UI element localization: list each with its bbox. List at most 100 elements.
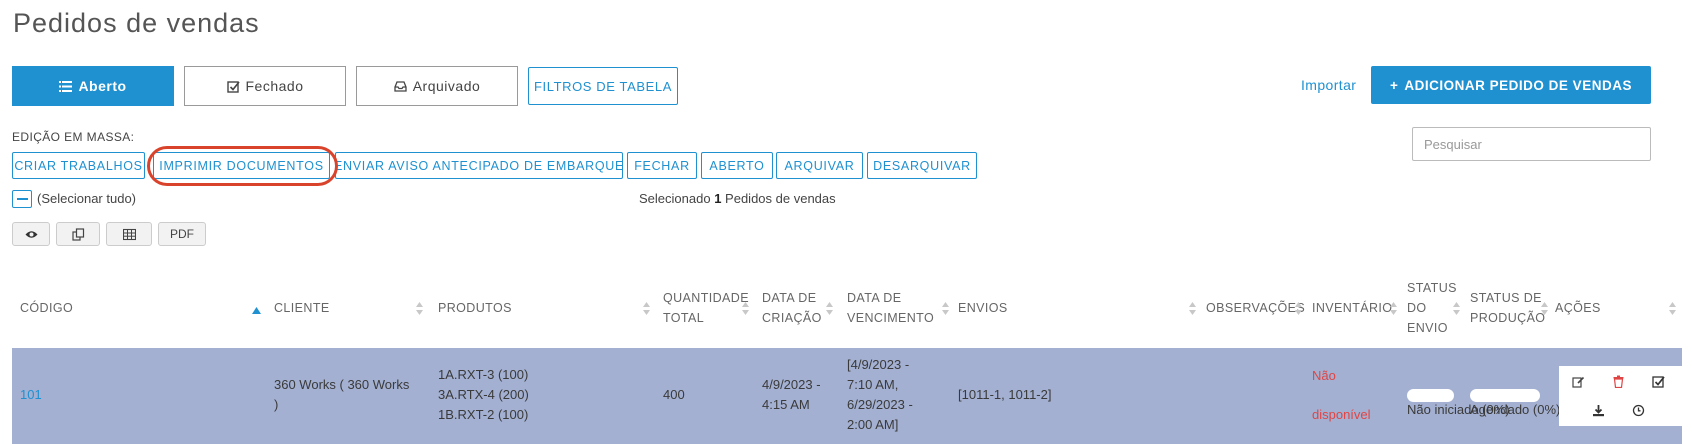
cell-line: ) bbox=[274, 397, 279, 412]
search-placeholder: Pesquisar bbox=[1424, 136, 1482, 152]
column-header-status-producao[interactable]: STATUS DE PRODUÇÃO bbox=[1470, 288, 1545, 328]
check-square-icon bbox=[226, 80, 240, 93]
header-line: STATUS bbox=[1407, 281, 1457, 295]
open-button[interactable]: ABERTO bbox=[701, 152, 773, 179]
pdf-button[interactable]: PDF bbox=[158, 222, 206, 246]
sort-icon[interactable] bbox=[826, 302, 833, 315]
history-button[interactable] bbox=[1629, 401, 1647, 419]
column-header-status-envio[interactable]: STATUS DO ENVIO bbox=[1407, 278, 1457, 338]
column-header-quantidade[interactable]: QUANTIDADE TOTAL bbox=[663, 288, 749, 328]
sort-icon[interactable] bbox=[1541, 302, 1548, 315]
selected-suffix: Pedidos de vendas bbox=[725, 191, 836, 206]
cell-line: 2:00 AM] bbox=[847, 417, 899, 432]
column-header-codigo[interactable]: CÓDIGO bbox=[20, 298, 73, 318]
selected-count-text: Selecionado 1 Pedidos de vendas bbox=[639, 191, 836, 206]
product-line: 1B.RXT-2 (100) bbox=[438, 407, 529, 422]
column-header-data-criacao[interactable]: DATA DE CRIAÇÃO bbox=[762, 288, 822, 328]
header-line: STATUS DE bbox=[1470, 291, 1542, 305]
edit-icon bbox=[1571, 376, 1584, 388]
bulk-edit-label: EDIÇÃO EM MASSA: bbox=[12, 130, 135, 144]
tab-label: Arquivado bbox=[412, 78, 481, 94]
delete-button[interactable] bbox=[1609, 372, 1627, 390]
trash-icon bbox=[1613, 375, 1623, 388]
check-square-icon bbox=[1651, 375, 1665, 388]
column-header-produtos[interactable]: PRODUTOS bbox=[438, 298, 512, 318]
tab-arquivado[interactable]: Arquivado bbox=[356, 66, 518, 106]
close-order-button[interactable] bbox=[1649, 372, 1667, 390]
header-line: PRODUÇÃO bbox=[1470, 311, 1546, 325]
header-line: ENVIO bbox=[1407, 321, 1448, 335]
product-line: 1A.RXT-3 (100) bbox=[438, 367, 529, 382]
inbox-icon bbox=[394, 80, 407, 92]
sort-icon[interactable] bbox=[643, 302, 650, 315]
view-button[interactable] bbox=[12, 222, 50, 246]
column-header-acoes[interactable]: AÇÕES bbox=[1555, 298, 1601, 318]
create-jobs-button[interactable]: CRIAR TRABALHOS bbox=[12, 152, 145, 179]
add-sales-order-label: ADICIONAR PEDIDO DE VENDAS bbox=[1404, 77, 1632, 93]
unarchive-button[interactable]: DESARQUIVAR bbox=[867, 152, 977, 179]
import-link[interactable]: Importar bbox=[1301, 77, 1356, 93]
sort-icon[interactable] bbox=[1453, 302, 1460, 315]
send-advance-shipping-notice-button[interactable]: ENVIAR AVISO ANTECIPADO DE EMBARQUE bbox=[334, 152, 623, 179]
sort-ascending-icon[interactable] bbox=[252, 301, 261, 319]
select-all-checkbox[interactable] bbox=[12, 190, 32, 208]
header-line: TOTAL bbox=[663, 311, 705, 325]
cell-line: [4/9/2023 - bbox=[847, 357, 910, 372]
cell-data-criacao: 4/9/2023 - 4:15 AM bbox=[762, 375, 821, 415]
production-status-text: Agendado (0%) bbox=[1470, 402, 1561, 417]
selected-count: 1 bbox=[714, 191, 722, 206]
column-header-cliente[interactable]: CLIENTE bbox=[274, 298, 330, 318]
product-line: 3A.RTX-4 (200) bbox=[438, 387, 529, 402]
sort-icon[interactable] bbox=[942, 302, 949, 315]
search-input[interactable]: Pesquisar bbox=[1412, 127, 1651, 161]
tab-label: Aberto bbox=[78, 78, 127, 94]
select-all-label[interactable]: (Selecionar tudo) bbox=[37, 191, 136, 206]
cell-line: 7:10 AM, bbox=[847, 377, 899, 392]
column-header-data-vencimento[interactable]: DATA DE VENCIMENTO bbox=[847, 288, 934, 328]
sort-icon[interactable] bbox=[1189, 302, 1196, 315]
add-sales-order-button[interactable]: + ADICIONAR PEDIDO DE VENDAS bbox=[1371, 66, 1651, 104]
cell-quantidade: 400 bbox=[663, 387, 685, 402]
column-header-inventario[interactable]: INVENTÁRIO bbox=[1312, 298, 1392, 318]
tab-fechado[interactable]: Fechado bbox=[184, 66, 346, 106]
pdf-label: PDF bbox=[170, 227, 194, 241]
clock-icon bbox=[1632, 404, 1644, 416]
tab-aberto[interactable]: Aberto bbox=[12, 66, 174, 106]
table-icon bbox=[122, 228, 136, 240]
header-line: DATA DE bbox=[847, 291, 902, 305]
header-line: DO bbox=[1407, 301, 1427, 315]
cell-line: 6/29/2023 - bbox=[847, 397, 913, 412]
highlight-ring bbox=[147, 146, 338, 186]
tab-label: Fechado bbox=[245, 78, 304, 94]
header-line: VENCIMENTO bbox=[847, 311, 935, 325]
copy-icon bbox=[71, 227, 84, 241]
list-icon bbox=[59, 80, 73, 92]
cell-line: 360 Works ( 360 Works bbox=[274, 377, 410, 392]
table-filters-button[interactable]: FILTROS DE TABELA bbox=[528, 67, 678, 105]
page-title: Pedidos de vendas bbox=[13, 8, 260, 38]
close-button[interactable]: FECHAR bbox=[627, 152, 697, 179]
edit-button[interactable] bbox=[1569, 372, 1587, 390]
sort-icon[interactable] bbox=[1390, 302, 1397, 315]
sort-icon[interactable] bbox=[742, 302, 749, 315]
column-header-observacoes[interactable]: OBSERVAÇÕES bbox=[1206, 298, 1305, 318]
sort-icon[interactable] bbox=[1669, 302, 1676, 315]
sort-icon[interactable] bbox=[1295, 302, 1302, 315]
copy-button[interactable] bbox=[56, 222, 100, 246]
cell-envios: [1011-1, 1011-2] bbox=[958, 387, 1052, 402]
header-line: CRIAÇÃO bbox=[762, 311, 822, 325]
plus-icon: + bbox=[1390, 77, 1399, 93]
order-code-link[interactable]: 101 bbox=[20, 385, 42, 405]
download-button[interactable] bbox=[1589, 401, 1607, 419]
column-header-envios[interactable]: ENVIOS bbox=[958, 298, 1008, 318]
minus-icon bbox=[16, 198, 28, 200]
cell-line: 4/9/2023 - bbox=[762, 377, 821, 392]
cell-line: 4:15 AM bbox=[762, 397, 810, 412]
download-icon bbox=[1592, 404, 1604, 416]
sort-icon[interactable] bbox=[416, 302, 423, 315]
table-export-button[interactable] bbox=[106, 222, 152, 246]
cell-data-vencimento: [4/9/2023 - 7:10 AM, 6/29/2023 - 2:00 AM… bbox=[847, 355, 913, 435]
inventory-status-line: Não bbox=[1312, 368, 1336, 383]
archive-button[interactable]: ARQUIVAR bbox=[776, 152, 863, 179]
selected-prefix: Selecionado bbox=[639, 191, 711, 206]
